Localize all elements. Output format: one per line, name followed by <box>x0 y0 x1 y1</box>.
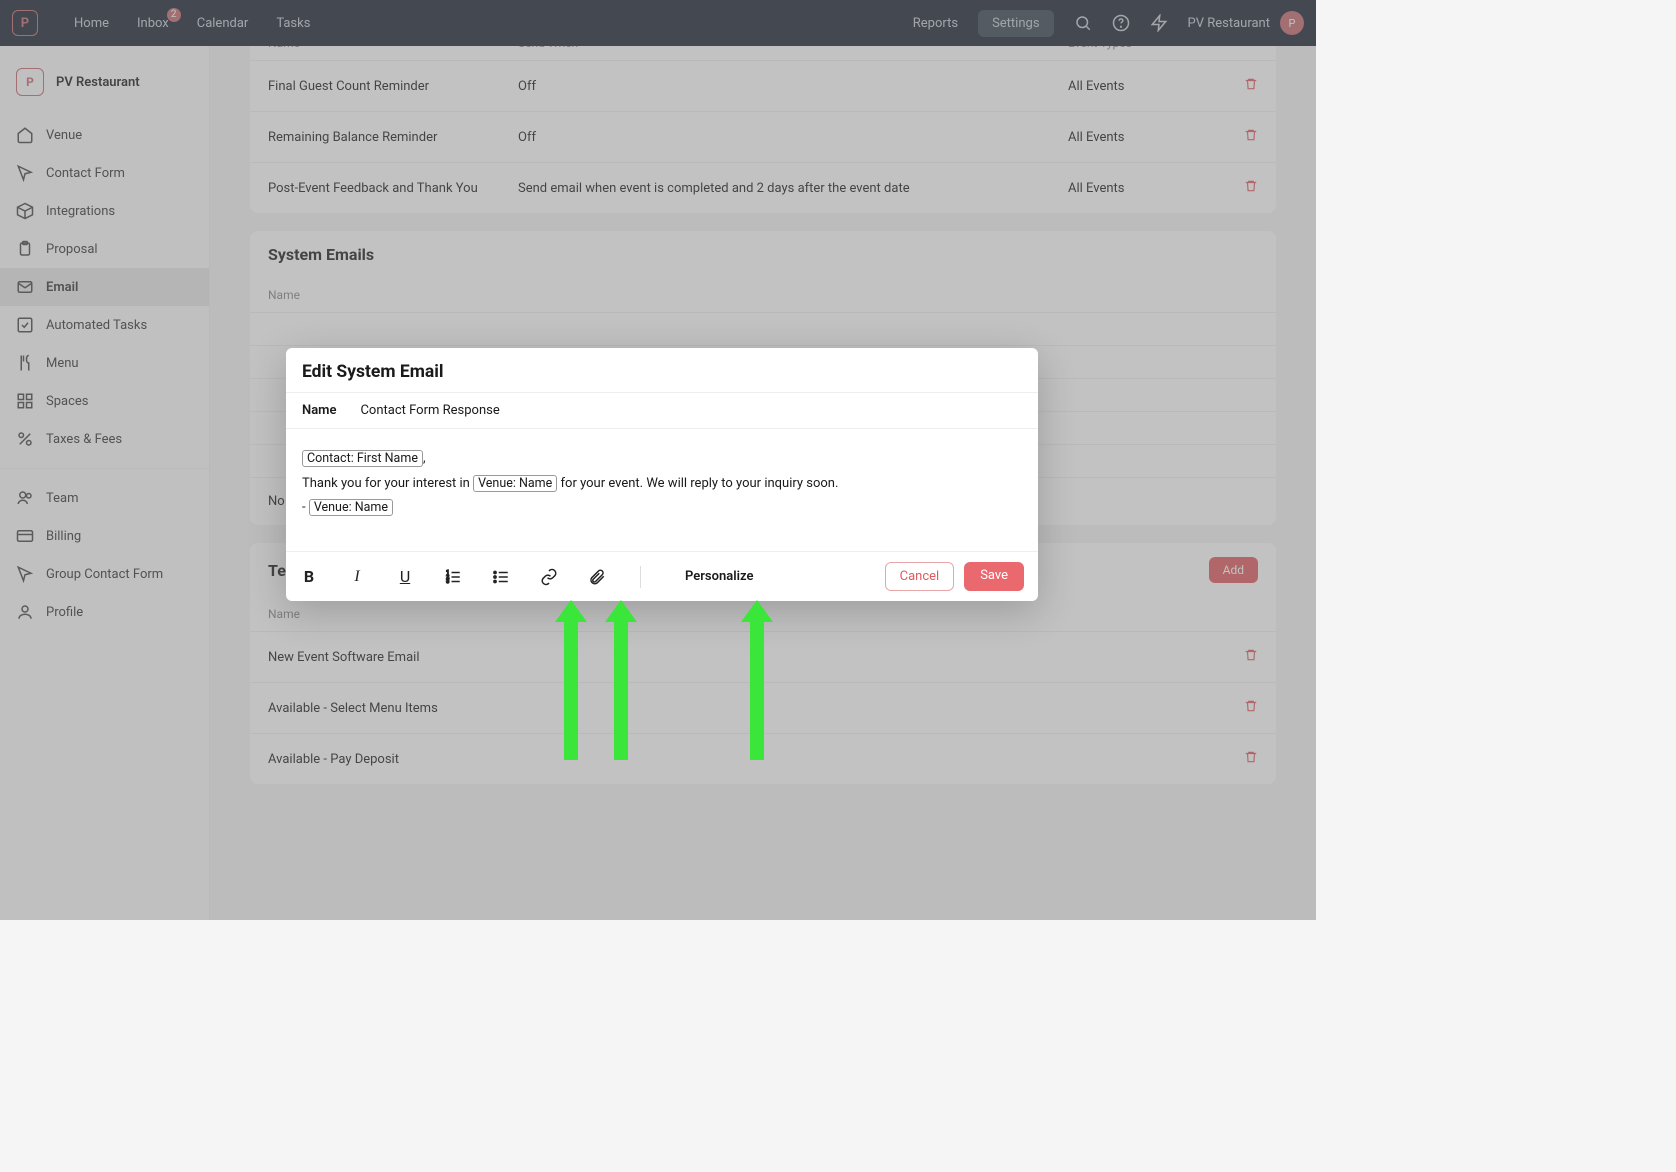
name-label: Name <box>302 403 336 418</box>
editor-toolbar: B I U 123 Personalize Cancel Save <box>286 551 1038 601</box>
bullet-list-icon[interactable] <box>492 568 510 586</box>
token-contact-first-name[interactable]: Contact: First Name <box>302 450 423 467</box>
token-venue-name[interactable]: Venue: Name <box>309 499 393 516</box>
save-button[interactable]: Save <box>964 562 1024 591</box>
token-venue-name[interactable]: Venue: Name <box>473 475 557 492</box>
italic-icon[interactable]: I <box>348 568 366 586</box>
modal-title: Edit System Email <box>286 348 1038 393</box>
cancel-button[interactable]: Cancel <box>885 562 955 591</box>
edit-email-modal: Edit System Email Name Contact Form Resp… <box>286 348 1038 601</box>
email-body-editor[interactable]: Contact: First Name, Thank you for your … <box>286 429 1038 551</box>
underline-icon[interactable]: U <box>396 568 414 586</box>
personalize-button[interactable]: Personalize <box>685 569 753 584</box>
link-icon[interactable] <box>540 568 558 586</box>
attachment-icon[interactable] <box>588 568 606 586</box>
name-value: Contact Form Response <box>360 403 499 418</box>
svg-text:3: 3 <box>446 579 449 585</box>
ordered-list-icon[interactable]: 123 <box>444 568 462 586</box>
bold-icon[interactable]: B <box>300 568 318 586</box>
